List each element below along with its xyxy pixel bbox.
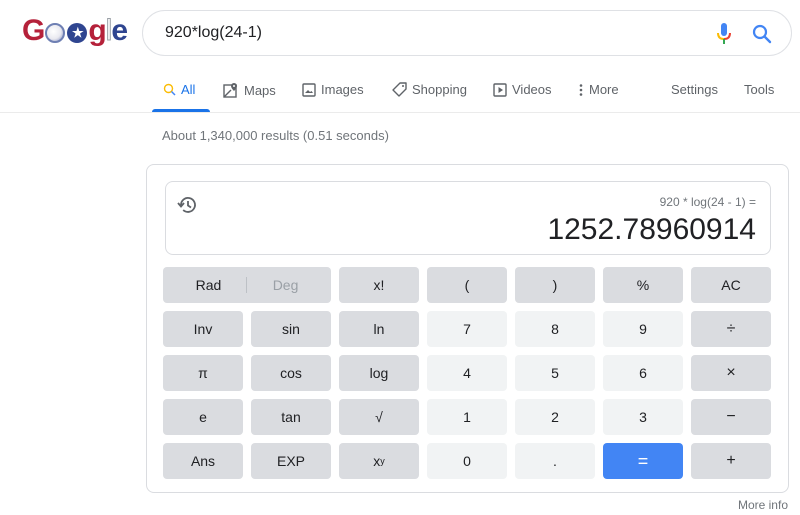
percent-key[interactable]: % [603,267,683,303]
plus-key[interactable]: + [691,443,771,479]
equals-key[interactable]: = [603,443,683,479]
microphone-icon[interactable] [717,23,731,45]
divider [246,277,248,293]
tools-link[interactable]: Tools [744,82,774,97]
tab-label: Images [321,82,364,97]
factorial-key[interactable]: x! [339,267,419,303]
digit-4-key[interactable]: 4 [427,355,507,391]
history-icon[interactable] [176,194,198,216]
sqrt-key[interactable]: √ [339,399,419,435]
image-icon [302,82,316,97]
tab-label: All [181,82,196,97]
digit-8-key[interactable]: 8 [515,311,595,347]
rad-deg-toggle[interactable]: Rad Deg [163,267,331,303]
tab-label: More [589,82,619,97]
log-key[interactable]: log [339,355,419,391]
logo-letter-g2: g [88,14,106,47]
rad-option[interactable]: Rad [196,277,222,293]
inverse-key[interactable]: Inv [163,311,243,347]
calculator-card: 920 * log(24 - 1) = 1252.78960914 Rad De… [146,164,789,493]
digit-0-key[interactable]: 0 [427,443,507,479]
tools-label: Tools [744,82,775,97]
more-info-link[interactable]: More info [738,498,788,512]
star-ball-icon: ★ [67,23,88,43]
ln-key[interactable]: ln [339,311,419,347]
digit-9-key[interactable]: 9 [603,311,683,347]
left-paren-key[interactable]: ( [427,267,507,303]
digit-2-key[interactable]: 2 [515,399,595,435]
digit-7-key[interactable]: 7 [427,311,507,347]
result-stats: About 1,340,000 results (0.51 seconds) [162,128,389,143]
tab-label: Maps [244,82,276,98]
pi-key[interactable]: π [163,355,243,391]
tab-all[interactable]: All [163,82,195,97]
deg-option[interactable]: Deg [273,277,299,293]
search-tabs: All Maps Images Shopping Videos More Set… [0,70,800,113]
tab-videos[interactable]: Videos [493,82,552,97]
power-exponent: y [380,456,385,466]
tab-more[interactable]: More [578,82,619,97]
sin-key[interactable]: sin [251,311,331,347]
tab-shopping[interactable]: Shopping [392,82,467,97]
calculator-display: 920 * log(24 - 1) = 1252.78960914 [165,181,771,255]
settings-link[interactable]: Settings [671,82,718,97]
power-key[interactable]: xy [339,443,419,479]
all-clear-key[interactable]: AC [691,267,771,303]
tab-label: Videos [512,82,552,97]
e-key[interactable]: e [163,399,243,435]
search-icon [163,83,176,96]
digit-3-key[interactable]: 3 [603,399,683,435]
digit-5-key[interactable]: 5 [515,355,595,391]
google-logo[interactable]: G ★ g l e [22,14,128,48]
answer-key[interactable]: Ans [163,443,243,479]
play-icon [493,82,507,97]
digit-1-key[interactable]: 1 [427,399,507,435]
baseball-icon [45,23,66,43]
multiply-key[interactable]: × [691,355,771,391]
divide-key[interactable]: ÷ [691,311,771,347]
logo-letter-g: G [22,14,45,47]
cos-key[interactable]: cos [251,355,331,391]
decimal-key[interactable]: . [515,443,595,479]
minus-key[interactable]: − [691,399,771,435]
calculator-keypad: Rad Deg x! ( ) % AC Inv sin ln 7 8 9 ÷ π… [163,267,771,479]
right-paren-key[interactable]: ) [515,267,595,303]
tab-maps[interactable]: Maps [223,82,276,98]
tag-icon [392,82,407,97]
calculator-expression: 920 * log(24 - 1) = [659,195,756,209]
settings-label: Settings [671,82,718,97]
calculator-result: 1252.78960914 [547,213,756,246]
tab-images[interactable]: Images [302,82,364,97]
more-vert-icon [579,83,583,96]
tan-key[interactable]: tan [251,399,331,435]
search-box [142,10,792,56]
power-base: x [373,453,381,469]
map-pin-icon [223,83,237,98]
search-input[interactable] [165,24,685,42]
logo-letter-e: e [111,14,128,47]
active-tab-indicator [152,109,210,112]
digit-6-key[interactable]: 6 [603,355,683,391]
exp-key[interactable]: EXP [251,443,331,479]
tab-label: Shopping [412,82,467,97]
magnifier-icon[interactable] [751,23,773,45]
